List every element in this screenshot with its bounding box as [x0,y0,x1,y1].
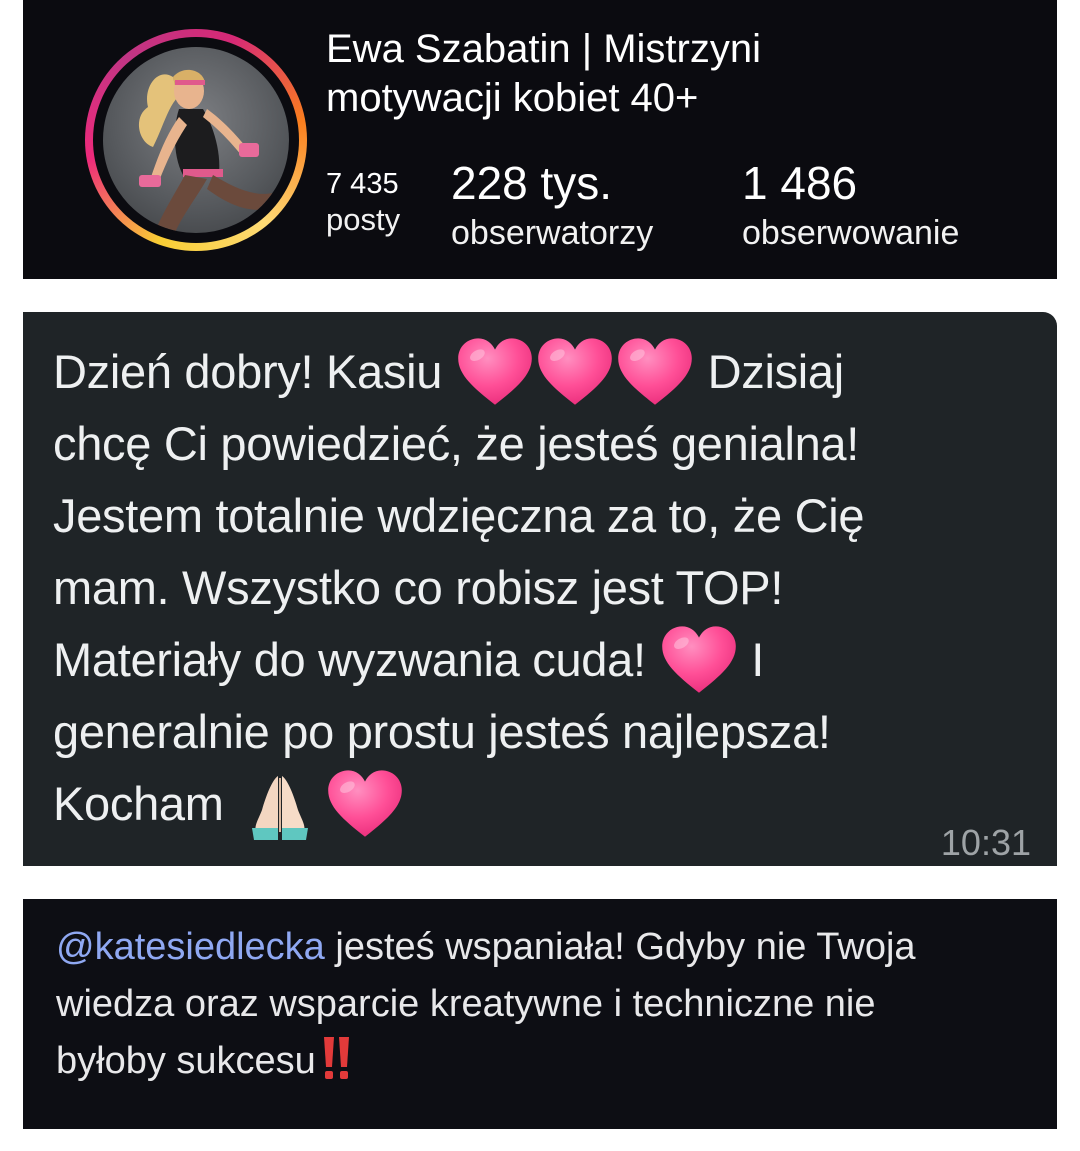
heart-emoji [535,336,615,408]
comment-text-segment: byłoby sukcesu [56,1040,316,1082]
comment-text-segment: jesteś wspaniała! Gdyby nie Twoja [324,926,916,968]
profile-header: Ewa Szabatin | Mistrzyni motywacji kobie… [23,0,1057,279]
message-text-segment: Dzisiaj [707,345,845,398]
comment-card: @katesiedlecka jesteś wspaniała! Gdyby n… [23,899,1057,1129]
following-count: 1 486 [742,157,858,209]
comment-body: @katesiedlecka jesteś wspaniała! Gdyby n… [56,919,1041,1090]
following-label: obserwowanie [742,214,960,252]
message-text-segment: Dzień dobry! Kasiu [53,345,443,398]
message-text-segment: Materiały do wyzwania cuda! [53,633,646,686]
posts-stat[interactable]: 7 435 posty [326,166,400,238]
message-body: Dzień dobry! Kasiu Dzisiaj chcę Ci powie… [53,336,1043,842]
mention-link[interactable]: @katesiedlecka [56,926,325,968]
avatar-person-image [138,69,275,233]
message-text-segment: I [751,633,765,686]
heart-emoji [615,336,695,408]
message-line: chcę Ci powiedzieć, że jesteś genialna! [53,417,860,470]
chat-message-bubble[interactable]: Dzień dobry! Kasiu Dzisiaj chcę Ci powie… [23,312,1057,866]
folded-hands-emoji [252,776,309,840]
followers-stat[interactable]: 228 tys. obserwatorzy [451,156,653,256]
heart-emoji [659,624,739,696]
following-stat[interactable]: 1 486 obserwowanie [742,156,959,256]
followers-count: 228 tys. [451,157,613,209]
heart-emoji [455,336,535,408]
message-line: generalnie po prostu jesteś najlepsza! [53,705,831,758]
profile-name-line-1: Ewa Szabatin | Mistrzyni [326,27,761,71]
posts-label: posty [326,202,401,237]
message-line: Materiały do wyzwania cuda! I [53,624,1043,696]
double-exclamation-emoji [323,1037,349,1079]
followers-label: obserwatorzy [451,214,654,252]
heart-emoji [325,768,405,840]
message-line: Dzień dobry! Kasiu Dzisiaj [53,336,1043,408]
message-text-segment: Kocham [53,777,224,830]
posts-count: 7 435 [326,168,399,200]
message-line: Kocham [53,768,1043,842]
avatar[interactable] [103,47,289,233]
message-line: mam. Wszystko co robisz jest TOP! [53,561,784,614]
comment-text-segment: wiedza oraz wsparcie kreatywne i technic… [56,983,876,1025]
message-timestamp: 10:31 [940,822,1031,863]
message-line: Jestem totalnie wdzięczna za to, że Cię [53,489,865,542]
profile-name-line-2: motywacji kobiet 40+ [326,76,699,120]
profile-name: Ewa Szabatin | Mistrzyni motywacji kobie… [326,25,1046,123]
story-ring[interactable] [85,29,307,251]
